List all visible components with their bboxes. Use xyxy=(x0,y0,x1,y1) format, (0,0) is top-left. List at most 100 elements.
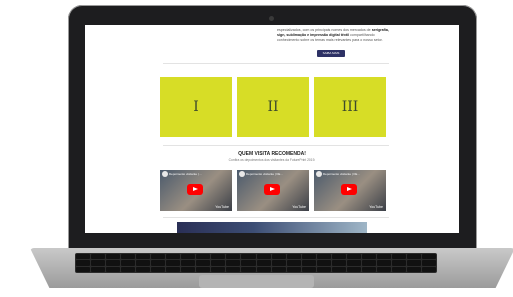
camera-icon xyxy=(269,16,274,21)
keyboard-key xyxy=(346,254,361,260)
keyboard-key xyxy=(271,260,286,266)
keyboard-key xyxy=(391,260,406,266)
keyboard-key xyxy=(136,254,151,260)
keyboard-key xyxy=(271,254,286,260)
keyboard-key xyxy=(316,260,331,266)
keyboard-key xyxy=(166,254,181,260)
keyboard xyxy=(75,253,437,273)
channel-avatar xyxy=(162,171,168,177)
keyboard-key xyxy=(256,266,271,272)
keyboard-key xyxy=(181,254,196,260)
keyboard-key xyxy=(301,260,316,266)
keyboard-key xyxy=(256,260,271,266)
keyboard-key xyxy=(211,254,226,260)
divider xyxy=(163,145,389,146)
keyboard-key xyxy=(136,266,151,272)
keyboard-key xyxy=(136,260,151,266)
keyboard-key xyxy=(331,254,346,260)
keyboard-key xyxy=(121,254,136,260)
youtube-badge: YouTube xyxy=(292,205,306,209)
keyboard-key xyxy=(241,260,256,266)
keyboard-key xyxy=(421,266,436,272)
tile-3[interactable]: III xyxy=(314,77,386,137)
video-thumbnail[interactable]: Depoimento visitante | FE... YouTube xyxy=(314,170,386,211)
keyboard-key xyxy=(331,266,346,272)
youtube-badge: YouTube xyxy=(215,205,229,209)
keyboard-key xyxy=(346,266,361,272)
keyboard-key xyxy=(391,254,406,260)
divider xyxy=(163,63,389,64)
keyboard-key xyxy=(181,260,196,266)
keyboard-key xyxy=(76,260,91,266)
keyboard-key xyxy=(121,260,136,266)
tile-1[interactable]: I xyxy=(160,77,232,137)
keyboard-key xyxy=(286,254,301,260)
keyboard-key xyxy=(286,260,301,266)
keyboard-key xyxy=(406,266,421,272)
keyboard-key xyxy=(226,254,241,260)
saiba-mais-button[interactable]: SAIBA MAIS xyxy=(317,50,345,57)
keyboard-key xyxy=(361,260,376,266)
keyboard-key xyxy=(196,254,211,260)
keyboard-key xyxy=(76,266,91,272)
keyboard-key xyxy=(151,254,166,260)
keyboard-key xyxy=(166,260,181,266)
keyboard-key xyxy=(151,260,166,266)
keyboard-key xyxy=(406,260,421,266)
keyboard-key xyxy=(421,260,436,266)
divider xyxy=(163,217,389,218)
keyboard-key xyxy=(421,254,436,260)
keyboard-key xyxy=(361,254,376,260)
keyboard-key xyxy=(301,254,316,260)
trackpad xyxy=(199,275,314,288)
keyboard-key xyxy=(286,266,301,272)
keyboard-key xyxy=(151,266,166,272)
keyboard-key xyxy=(406,254,421,260)
keyboard-key xyxy=(376,260,391,266)
video-thumbnail[interactable]: Depoimento visitante | FE... YouTube xyxy=(237,170,309,211)
keyboard-key xyxy=(241,266,256,272)
keyboard-key xyxy=(391,266,406,272)
keyboard-key xyxy=(196,260,211,266)
keyboard-key xyxy=(106,266,121,272)
keyboard-key xyxy=(76,254,91,260)
keyboard-key xyxy=(241,254,256,260)
play-icon[interactable] xyxy=(187,184,203,195)
keyboard-key xyxy=(361,266,376,272)
channel-avatar xyxy=(239,171,245,177)
keyboard-key xyxy=(226,260,241,266)
keyboard-key xyxy=(196,266,211,272)
keyboard-key xyxy=(91,266,106,272)
keyboard-key xyxy=(346,260,361,266)
video-thumbnail[interactable]: Depoimento visitante | ... YouTube xyxy=(160,170,232,211)
keyboard-key xyxy=(91,260,106,266)
play-icon[interactable] xyxy=(341,184,357,195)
keyboard-key xyxy=(226,266,241,272)
section-title: QUEM VISITA RECOMENDA! xyxy=(238,151,306,157)
keyboard-key xyxy=(256,254,271,260)
tile-2[interactable]: II xyxy=(237,77,309,137)
keyboard-key xyxy=(211,260,226,266)
intro-text: especializados, com os principais nomes … xyxy=(277,28,389,43)
keyboard-key xyxy=(106,260,121,266)
keyboard-key xyxy=(181,266,196,272)
banner-strip xyxy=(177,222,367,233)
keyboard-key xyxy=(316,266,331,272)
keyboard-key xyxy=(271,266,286,272)
channel-avatar xyxy=(316,171,322,177)
youtube-badge: YouTube xyxy=(369,205,383,209)
play-icon[interactable] xyxy=(264,184,280,195)
video-title: Depoimento visitante | FE... xyxy=(246,172,283,176)
keyboard-key xyxy=(106,254,121,260)
section-subtitle: Confira os depoimentos dos visitantes da… xyxy=(228,158,316,162)
screen: especializados, com os principais nomes … xyxy=(85,25,459,233)
keyboard-key xyxy=(331,260,346,266)
keyboard-key xyxy=(376,266,391,272)
keyboard-key xyxy=(166,266,181,272)
video-title: Depoimento visitante | FE... xyxy=(323,172,360,176)
keyboard-key xyxy=(121,266,136,272)
keyboard-key xyxy=(316,254,331,260)
keyboard-key xyxy=(211,266,226,272)
intro-text-start: especializados, com os principais nomes … xyxy=(277,28,371,32)
video-title: Depoimento visitante | ... xyxy=(169,172,202,176)
